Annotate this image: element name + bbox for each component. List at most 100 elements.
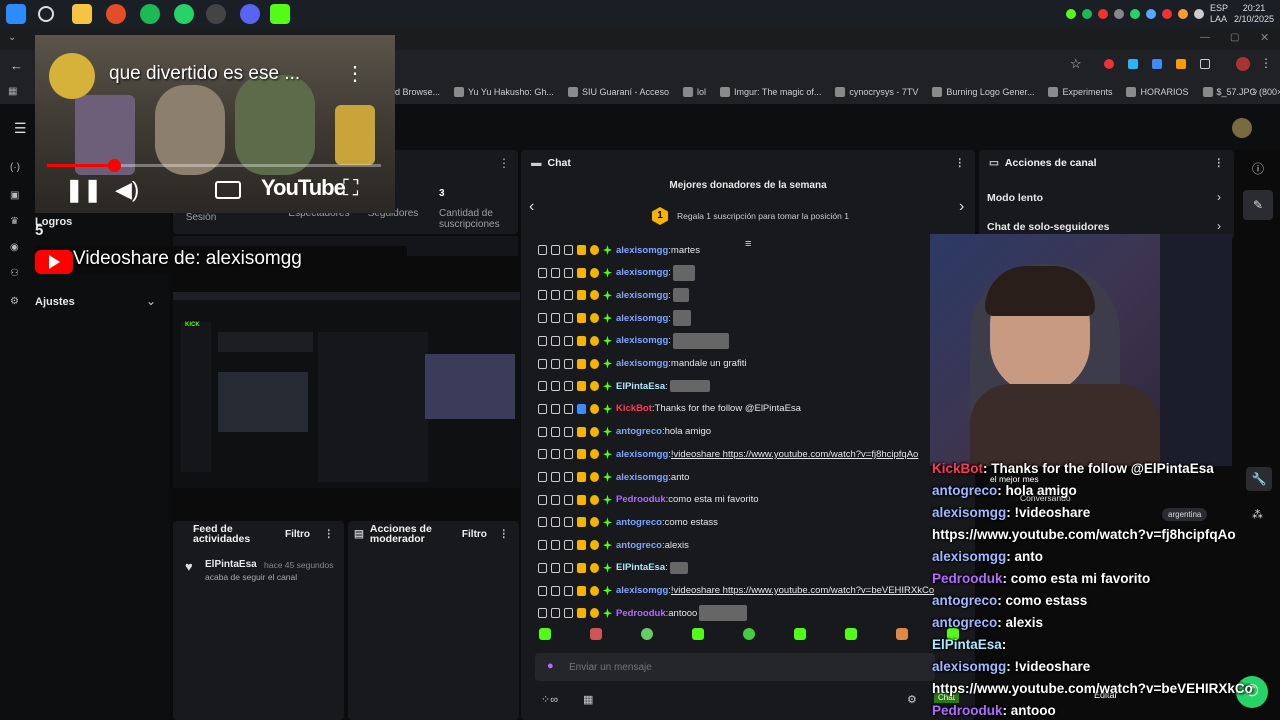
ban-icon[interactable] — [564, 313, 573, 324]
fullscreen-icon[interactable]: ⛶ — [343, 175, 358, 201]
emote-icon[interactable] — [845, 628, 857, 640]
mic-icon[interactable]: ● — [547, 660, 554, 672]
chat-username[interactable]: alexisomgg — [616, 335, 668, 346]
ban-icon[interactable] — [564, 449, 573, 460]
more-options-icon[interactable]: ⋮ — [499, 528, 510, 540]
progress-knob[interactable] — [107, 159, 121, 172]
tray-icon[interactable] — [1161, 9, 1172, 19]
chat-message[interactable]: antogreco: como estass — [538, 514, 718, 530]
trash-icon[interactable] — [538, 426, 547, 437]
whatsapp-icon[interactable] — [174, 4, 194, 24]
extension-icon[interactable] — [1104, 59, 1114, 69]
wrench-icon[interactable]: 🔧 — [1246, 467, 1272, 491]
ban-icon[interactable] — [564, 562, 573, 573]
slow-mode-option[interactable]: Modo lento — [987, 192, 1043, 204]
ban-icon[interactable] — [564, 517, 573, 528]
ban-icon[interactable] — [564, 608, 573, 619]
tray-icon[interactable] — [1129, 9, 1140, 19]
volume-icon[interactable]: ◀) — [115, 177, 139, 203]
chrome-icon[interactable] — [106, 4, 126, 24]
ban-icon[interactable] — [564, 381, 573, 392]
users-icon[interactable]: ⚇ — [10, 268, 26, 282]
ban-icon[interactable] — [564, 494, 573, 505]
chat-username[interactable]: alexisomgg — [616, 245, 668, 256]
chat-message[interactable]: alexisomgg: !videoshare https://www.yout… — [538, 583, 934, 599]
chat-message[interactable]: ElPintaEsa: — [538, 378, 710, 394]
emote-icon[interactable] — [743, 628, 755, 640]
volume-icon[interactable] — [1193, 9, 1204, 19]
chat-username[interactable]: ElPintaEsa — [616, 562, 665, 573]
tray-icon[interactable] — [1097, 9, 1108, 19]
bookmark-item[interactable]: Yu Yu Hakusho: Gh... — [454, 87, 554, 97]
chat-message[interactable]: ElPintaEsa: — [538, 560, 688, 576]
more-options-icon[interactable]: ⋮ — [324, 528, 335, 540]
trash-icon[interactable] — [538, 245, 547, 255]
chat-input[interactable] — [569, 658, 919, 676]
chat-username[interactable]: alexisomgg — [616, 358, 668, 369]
bookmark-item[interactable]: cynocrysys - 7TV — [835, 87, 918, 97]
points-icon[interactable]: ⁘∞ — [541, 693, 558, 706]
timeout-icon[interactable] — [551, 449, 560, 460]
chat-message[interactable]: alexisomgg: — [538, 310, 691, 327]
camera-icon[interactable]: ◉ — [10, 242, 26, 256]
channel-avatar[interactable] — [49, 53, 95, 99]
ban-icon[interactable] — [564, 267, 573, 278]
trophy-icon[interactable]: ♛ — [10, 216, 26, 230]
ban-icon[interactable] — [564, 585, 573, 596]
extension-icon[interactable] — [1128, 59, 1138, 69]
settings-icon[interactable]: ⚙ — [10, 296, 26, 310]
timeout-icon[interactable] — [551, 335, 560, 346]
tab-list-icon[interactable]: ⌄ — [8, 32, 16, 43]
spotify-icon[interactable] — [140, 4, 160, 24]
youtube-logo[interactable]: YouTube — [261, 175, 346, 201]
bookmark-item[interactable]: Imgur: The magic of... — [720, 87, 821, 97]
ban-icon[interactable] — [564, 290, 573, 301]
search-icon[interactable] — [38, 6, 54, 22]
youtube-video-overlay[interactable]: que divertido es ese ... ⋮ ❚❚ ◀) YouTube… — [35, 35, 395, 213]
emote-icon[interactable] — [641, 628, 653, 640]
tag-chip[interactable]: argentina — [1162, 508, 1208, 521]
timeout-icon[interactable] — [551, 381, 560, 392]
trash-icon[interactable] — [538, 358, 547, 369]
timeout-icon[interactable] — [551, 608, 560, 619]
chat-username[interactable]: Pedrooduk — [616, 608, 666, 619]
chevron-right-icon[interactable]: › — [1217, 219, 1221, 233]
ban-icon[interactable] — [564, 540, 573, 551]
obs-icon[interactable] — [206, 4, 226, 24]
feed-filter-button[interactable]: Filtro — [285, 529, 310, 540]
trash-icon[interactable] — [538, 267, 547, 278]
chat-username[interactable]: antogreco — [616, 540, 662, 551]
info-icon[interactable]: ⓘ — [1252, 160, 1264, 177]
chat-message[interactable]: alexisomgg: martes — [538, 242, 700, 258]
bookmark-item[interactable]: d Browse... — [395, 87, 440, 97]
ban-icon[interactable] — [564, 426, 573, 437]
moderator-filter-button[interactable]: Filtro — [462, 529, 487, 540]
more-options-icon[interactable]: ⋮ — [955, 157, 966, 169]
tray-icon[interactable] — [1081, 9, 1092, 19]
close-icon[interactable]: ✕ — [1260, 31, 1269, 44]
timeout-icon[interactable] — [551, 290, 560, 301]
chat-username[interactable]: antogreco — [616, 517, 662, 528]
trash-icon[interactable] — [538, 403, 547, 414]
timeout-icon[interactable] — [551, 494, 560, 505]
extension-icon[interactable] — [1152, 59, 1162, 69]
trash-icon[interactable] — [538, 381, 547, 392]
chat-message[interactable]: alexisomgg: — [538, 264, 695, 281]
pinned-menu-icon[interactable]: ≡ — [745, 238, 751, 250]
share-icon[interactable]: ⁂ — [1252, 508, 1263, 521]
chat-message[interactable]: KickBot: Thanks for the follow @ElPintaE… — [538, 401, 801, 417]
chat-username[interactable]: KickBot — [616, 403, 652, 414]
trash-icon[interactable] — [538, 335, 547, 346]
chat-message[interactable]: alexisomgg: — [538, 332, 729, 349]
more-options-icon[interactable]: ⋮ — [345, 61, 365, 86]
chat-input-box[interactable]: ● — [535, 653, 935, 681]
back-icon[interactable]: ← — [10, 58, 23, 73]
timeout-icon[interactable] — [551, 540, 560, 551]
bookmark-item[interactable]: SIU Guaraní - Acceso — [567, 87, 669, 97]
timeout-icon[interactable] — [551, 313, 560, 324]
chat-username[interactable]: ElPintaEsa — [616, 381, 665, 392]
windows-start-icon[interactable] — [6, 4, 26, 24]
trash-icon[interactable] — [538, 472, 547, 482]
kick-app-icon[interactable] — [270, 4, 290, 24]
more-options-icon[interactable]: ⋮ — [1214, 157, 1225, 169]
